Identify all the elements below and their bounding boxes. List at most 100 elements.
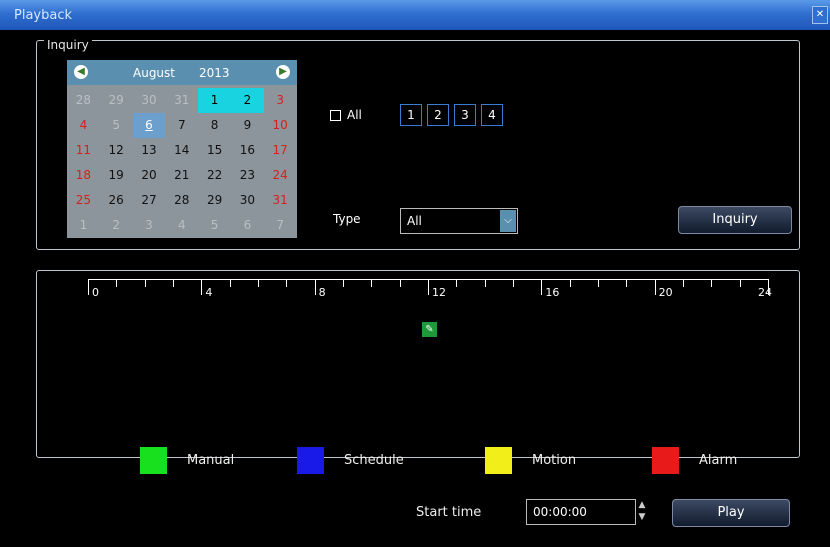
start-time-spinner[interactable]: ▲ ▼ [635,499,649,525]
calendar-week-row: 18 19 20 21 22 23 24 [67,163,297,188]
type-label: Type [333,212,361,226]
calendar-day[interactable]: 20 [133,163,166,188]
calendar-day[interactable]: 4 [165,213,198,238]
calendar-day[interactable]: 15 [198,138,231,163]
calendar-day[interactable]: 24 [264,163,297,188]
play-button[interactable]: Play [672,499,790,527]
start-time-input[interactable]: 00:00:00 [526,499,636,525]
calendar-year[interactable]: 2013 [199,66,230,80]
all-label: All [347,108,362,122]
timeline-tick [541,279,543,295]
timeline-tick [739,279,741,287]
prev-month-icon[interactable]: ◀ [74,65,88,79]
channel-button[interactable]: 3 [454,104,476,126]
calendar-day[interactable]: 6 [132,113,166,138]
calendar-day[interactable]: 27 [133,188,166,213]
timeline-tick [144,279,146,287]
timeline-tick [569,279,571,287]
calendar-day[interactable]: 1 [198,88,231,113]
legend-item: Motion [485,446,577,474]
chevron-down-icon[interactable]: ⌵ [500,210,516,232]
checkbox-box[interactable] [330,109,341,121]
timeline-tick [371,279,373,287]
calendar-day[interactable]: 7 [165,113,198,138]
calendar-day[interactable]: 19 [100,163,133,188]
calendar-week-row: 25 26 27 28 29 30 31 [67,188,297,213]
calendar-day[interactable]: 25 [67,188,100,213]
timeline-tick [173,279,174,287]
calendar-week-row: 1234567 [67,213,297,238]
calendar-day[interactable]: 18 [67,163,100,188]
legend-swatch [485,446,512,474]
timeline-tick [456,279,458,287]
calendar-day[interactable]: 3 [133,213,166,238]
type-select[interactable]: All ⌵ [400,208,518,234]
legend-swatch [140,446,167,474]
calendar-day[interactable]: 14 [165,138,198,163]
channel-button[interactable]: 4 [481,104,503,126]
calendar-grid: 28 29 30 31 1 2 3 4 5 6 7 8 9 10 11 12 13 14 15 16 17 18 19 20 2… [67,88,297,238]
spin-up-icon[interactable]: ▲ [635,499,649,511]
calendar-day[interactable]: 9 [231,113,264,138]
calendar-day[interactable]: 16 [231,138,264,163]
calendar-day[interactable]: 10 [264,113,297,138]
calendar-day[interactable]: 28 [67,88,100,113]
calendar-day[interactable]: 17 [264,138,297,163]
channel-button[interactable]: 1 [400,104,422,126]
calendar-day[interactable]: 31 [264,188,297,213]
calendar-day[interactable]: 23 [231,163,264,188]
timeline-tick [484,279,486,287]
timeline-hour-label: 24 [758,286,772,299]
timeline-hour-label: 20 [658,286,673,299]
timeline-tick [343,279,344,287]
next-month-icon[interactable]: ▶ [276,65,290,79]
record-marker-icon[interactable]: ✎ [422,322,437,337]
timeline-tick [683,279,684,287]
calendar-day[interactable]: 6 [231,213,264,238]
calendar-week-row: 11 12 13 14 15 16 17 [67,138,297,163]
calendar-day[interactable]: 3 [264,88,297,113]
calendar-day[interactable]: 21 [165,163,198,188]
close-icon[interactable]: ✕ [812,6,828,24]
calendar-day[interactable]: 29 [198,188,231,213]
calendar-day[interactable]: 22 [198,163,231,188]
calendar-week-row: 4 5 6 7 8 9 10 [67,113,297,138]
calendar-day[interactable]: 12 [100,138,133,163]
calendar-day[interactable]: 26 [100,188,133,213]
calendar-day[interactable]: 31 [165,88,198,113]
all-channels-checkbox[interactable]: All [330,108,362,122]
timeline-tick [513,279,514,287]
calendar-day[interactable]: 7 [264,213,297,238]
calendar-day[interactable]: 30 [231,188,264,213]
calendar-day[interactable]: 5 [198,213,231,238]
legend-label: Alarm [699,452,738,468]
timeline-hour-label: 12 [432,286,446,299]
legend-label: Motion [532,452,577,468]
start-time-value: 00:00:00 [533,505,587,519]
timeline-tick [286,279,288,287]
calendar-day[interactable]: 30 [133,88,166,113]
calendar-day[interactable]: 2 [230,88,264,113]
spin-down-icon[interactable]: ▼ [635,511,649,523]
calendar-day[interactable]: 13 [133,138,166,163]
legend-label: Manual [187,452,235,468]
channel-button[interactable]: 2 [427,104,449,126]
calendar-month[interactable]: August [133,66,175,80]
calendar-day[interactable]: 29 [100,88,133,113]
calendar-day[interactable]: 11 [67,138,100,163]
inquiry-button[interactable]: Inquiry [678,206,792,234]
calendar-day[interactable]: 2 [100,213,133,238]
timeline-hour-label: 16 [545,286,560,299]
calendar-day[interactable]: 4 [67,113,100,138]
calendar-day[interactable]: 1 [67,213,100,238]
calendar-day[interactable]: 28 [165,188,198,213]
calendar-week-row: 28 29 30 31 1 2 3 [67,88,297,113]
inquiry-group-label: Inquiry [44,38,92,52]
timeline-hour-label: 4 [205,286,213,299]
calendar-header: ◀ August 2013 ▶ [67,60,297,85]
calendar-day[interactable]: 5 [100,113,133,138]
legend-swatch [297,446,324,474]
timeline-tick [399,279,401,287]
timeline-tick [88,279,89,295]
calendar-day[interactable]: 8 [198,113,231,138]
